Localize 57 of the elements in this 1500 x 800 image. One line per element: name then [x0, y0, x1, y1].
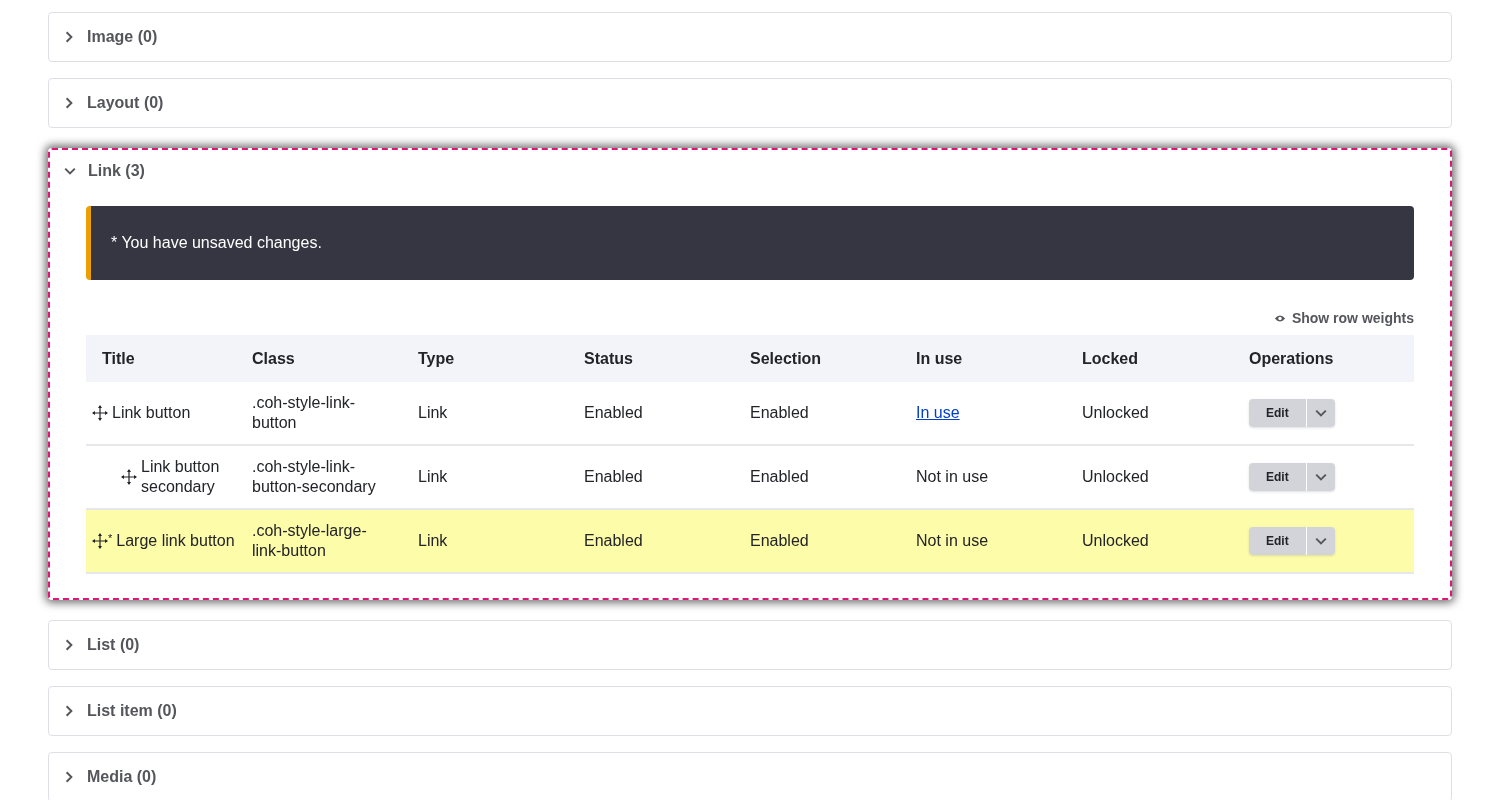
table-cell: Large link button — [116, 531, 235, 551]
column-header: Selection — [750, 348, 823, 369]
column-header: Class — [252, 348, 296, 369]
warning-message: * You have unsaved changes. — [86, 206, 1414, 280]
chevron-right-icon — [63, 639, 75, 651]
section-title[interactable]: List item (0) — [87, 699, 177, 723]
column-header: Operations — [1249, 348, 1335, 369]
table-cell-text: Link button secondary — [141, 457, 221, 497]
dropdown-toggle-button[interactable] — [1305, 399, 1335, 427]
column-header: Locked — [1082, 348, 1139, 369]
table-cell-text: .coh-style-link-button-secondary — [252, 457, 377, 497]
caret-icon — [1314, 471, 1327, 483]
section-title[interactable]: Layout (0) — [87, 91, 164, 115]
table-cell-text: Enabled — [750, 531, 810, 551]
edit-button[interactable]: Edit — [1249, 527, 1306, 555]
table-cell-text: Enabled — [584, 531, 644, 551]
column-header: In use — [916, 348, 964, 369]
section-title[interactable]: Link (3) — [88, 159, 145, 183]
chevron-down-icon — [64, 165, 76, 177]
table-cell-text: .coh-style-link-button — [252, 393, 357, 433]
table-cell-text: .coh-style-large-link-button — [252, 521, 368, 561]
section-title[interactable]: Image (0) — [87, 25, 158, 49]
dropdown-toggle-button[interactable] — [1305, 527, 1335, 555]
table-cell: Not in use — [916, 468, 989, 485]
section-title[interactable]: List (0) — [87, 633, 140, 657]
table-cell-text: Enabled — [750, 467, 810, 487]
column-header: Type — [418, 348, 456, 369]
table-cell-text: Unlocked — [1082, 531, 1150, 551]
table-cell-text: Link — [418, 531, 449, 551]
chevron-right-icon — [63, 31, 75, 43]
caret-icon — [1314, 535, 1327, 547]
chevron-right-icon — [63, 771, 75, 783]
table-cell-text: Link — [418, 403, 449, 423]
table-cell-text: Enabled — [584, 403, 644, 423]
column-header: Status — [584, 348, 634, 369]
edit-button[interactable]: Edit — [1249, 463, 1306, 491]
edit-button[interactable]: Edit — [1249, 399, 1306, 427]
drag-handle-icon[interactable] — [92, 405, 108, 421]
changed-marker: * — [108, 533, 113, 544]
table-cell-text: Link — [418, 467, 449, 487]
chevron-right-icon — [63, 97, 75, 109]
drag-handle-icon[interactable] — [121, 469, 137, 485]
drag-handle-icon[interactable] — [92, 533, 108, 549]
table-cell: Link button — [112, 403, 191, 423]
section-title[interactable]: Media (0) — [87, 765, 157, 789]
table-cell-text: Unlocked — [1082, 467, 1150, 487]
show-row-weights-link[interactable]: Show row weights — [1273, 308, 1414, 329]
column-header: Title — [101, 348, 136, 369]
eye-icon — [1273, 314, 1286, 323]
table-cell: Not in use — [916, 532, 989, 549]
table-cell-text: Enabled — [584, 467, 644, 487]
in-use-link[interactable]: In use — [916, 404, 960, 421]
table-cell-text: Unlocked — [1082, 403, 1150, 423]
caret-icon — [1314, 407, 1327, 419]
chevron-right-icon — [63, 705, 75, 717]
table-cell-text: Enabled — [750, 403, 810, 423]
dropdown-toggle-button[interactable] — [1305, 463, 1335, 491]
